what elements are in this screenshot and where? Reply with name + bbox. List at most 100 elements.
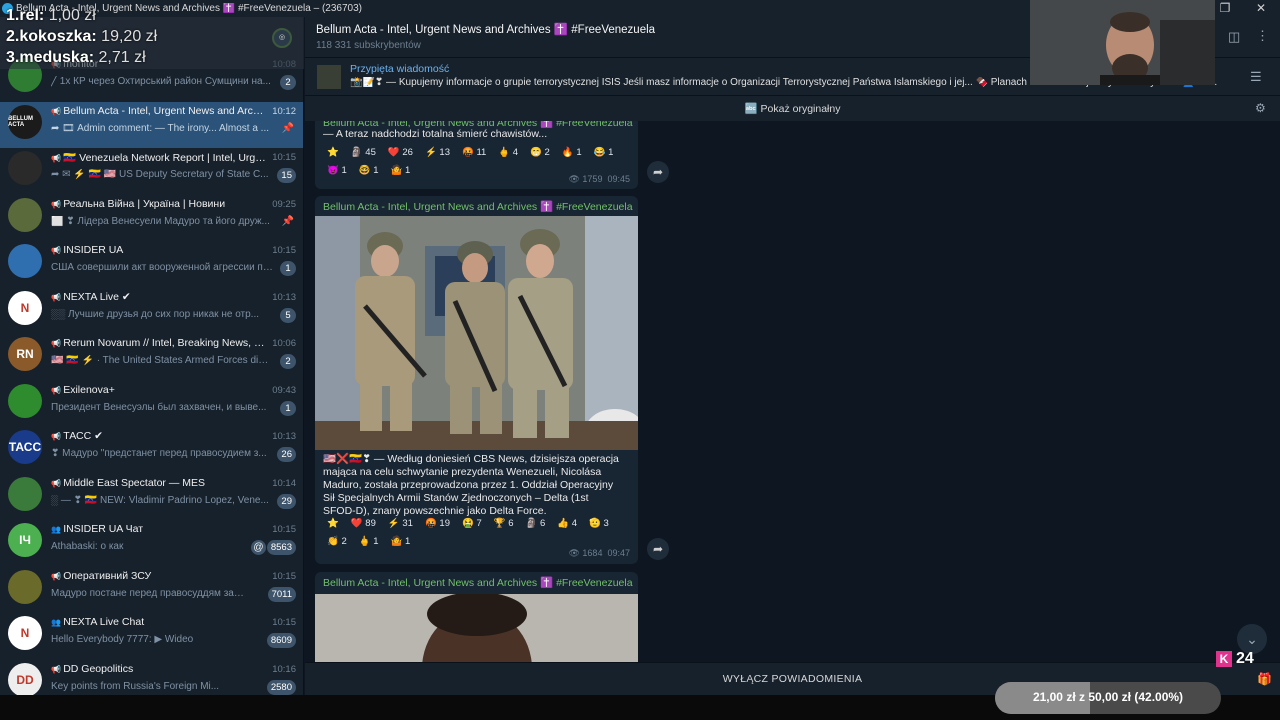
chat-avatar — [8, 151, 42, 185]
chat-item[interactable]: ІЧ 👥 INSIDER UA Чат 10:15 Athabaski: о как 8… — [0, 520, 303, 566]
reaction-chip[interactable]: ⚡ 31 — [384, 516, 417, 532]
rank-1-label: 1.rel: — [6, 7, 45, 24]
rank-2-value: 19,20 zł — [101, 28, 158, 45]
chat-name: 📢 🇻🇪 Venezuela Network Report | Intel, U… — [51, 151, 266, 164]
view-count: 👁 1684 — [568, 548, 603, 558]
chat-item[interactable]: RN 📢 Rerum Novarum // Intel, Breaking New… — [0, 334, 303, 380]
message-text: — A teraz nadchodzi totalna śmierć chawi… — [323, 128, 548, 140]
message-feed[interactable]: Bellum Acta - Intel, Urgent News and Arc… — [305, 121, 1280, 662]
chat-name: 📢 INSIDER UA — [51, 244, 266, 256]
reaction-chip[interactable]: ⚡ 13 — [421, 145, 454, 161]
rank-2: 2.kokoszka: 19,20 zł — [6, 28, 157, 46]
message-1[interactable]: Bellum Acta - Intel, Urgent News and Arc… — [315, 121, 638, 189]
chat-name-text: NEXTA Live Chat — [63, 616, 145, 628]
reaction-chip[interactable]: 😂 1 — [590, 145, 618, 161]
chat-item[interactable]: 📢 Реальна Війна | Україна | Новини 09:25 ⬜… — [0, 195, 303, 241]
channel-icon: 📢 — [51, 571, 64, 581]
share-button[interactable]: ➦ — [647, 538, 669, 560]
chat-name-text: Bellum Acta - Intel, Urgent News and Arc… — [63, 104, 266, 117]
chat-time: 10:15 — [272, 245, 296, 256]
chat-name-text: Rerum Novarum // Intel, Breaking News, a… — [63, 337, 266, 349]
channel-icon: 📢 — [51, 106, 64, 116]
reaction-chip[interactable]: 🗿 6 — [522, 516, 550, 532]
chat-preview: ➦ 🎞 Admin comment: — The irony... Almost… — [51, 122, 269, 134]
more-options-icon[interactable]: ⋮ — [1256, 28, 1269, 44]
chat-avatar: N — [8, 290, 42, 325]
message-photo[interactable] — [315, 594, 638, 662]
sidebar-account-icon[interactable]: ◎ — [272, 28, 292, 48]
chat-time: 10:15 — [272, 617, 296, 628]
chat-preview: 🇺🇸 🇻🇪 ⚡ · The United States Armed Forces… — [51, 355, 273, 366]
pin-icon: 📌 — [281, 215, 294, 227]
rank-2-label: 2.kokoszka: — [6, 28, 97, 45]
chat-item[interactable]: N 📢 NEXTA Live ✔ 10:13 ░░ Лучшие друзья до … — [0, 288, 303, 334]
channel-icon: 📢 — [51, 199, 64, 209]
chat-item[interactable]: 📢 INSIDER UA 10:15 США совершили акт воору… — [0, 241, 303, 287]
reaction-chip[interactable]: 🔥 1 — [558, 145, 586, 161]
show-original-label: Pokaż oryginałny — [760, 103, 841, 115]
sidebar-toggle-icon[interactable]: ◫ — [1228, 29, 1240, 45]
chat-name: 📢 Exilenova+ — [51, 384, 266, 396]
reaction-chip[interactable]: ⭐ — [323, 145, 343, 161]
reaction-chip[interactable]: 🗿 45 — [347, 145, 380, 161]
reaction-chip[interactable]: 😁 2 — [526, 145, 554, 161]
unread-badge: 2 — [280, 354, 296, 369]
reaction-chip[interactable]: ❤️ 89 — [347, 516, 380, 532]
channel-icon: 📢 — [51, 246, 64, 255]
show-original-button[interactable]: 🔤 Pokaż oryginałny — [305, 102, 1280, 115]
share-button[interactable]: ➦ — [647, 161, 669, 183]
reaction-chip[interactable]: 😈 1 — [323, 163, 351, 179]
chat-item[interactable]: 📢 Оперативний ЗСУ 10:15 Мадуро постане пер… — [0, 567, 303, 613]
chat-item[interactable]: N 👥 NEXTA Live Chat 10:15 Hello Everybody 7… — [0, 613, 303, 659]
chat-time: 10:15 — [272, 570, 296, 582]
reaction-chip[interactable]: 🖕 4 — [494, 145, 522, 161]
reaction-chip[interactable]: 🫡 3 — [585, 516, 613, 532]
reaction-chip[interactable]: 🤮 7 — [458, 516, 486, 532]
reaction-chip[interactable]: 🤬 11 — [458, 145, 490, 161]
reaction-chip[interactable]: 🤓 1 — [355, 163, 383, 179]
chat-name: 📢 Bellum Acta - Intel, Urgent News and A… — [51, 105, 266, 117]
chat-avatar — [8, 569, 42, 604]
reaction-chip[interactable]: 🤷 1 — [387, 534, 415, 550]
translate-settings-icon[interactable]: ⚙ — [1255, 101, 1266, 115]
channel-title: Bellum Acta - Intel, Urgent News and Arc… — [316, 24, 656, 36]
reaction-chip[interactable]: 🤷 1 — [387, 163, 415, 179]
pinned-list-icon[interactable]: ☰ — [1250, 69, 1262, 85]
message-time: 09:45 — [607, 174, 630, 184]
subscriber-count: 118 331 subskrybentów — [316, 40, 421, 51]
chat-name-text: 🇻🇪 Venezuela Network Report | Intel, Urg… — [63, 152, 266, 164]
message-sender: Bellum Acta - Intel, Urgent News and Arc… — [323, 577, 633, 589]
reaction-chip[interactable]: 🖕 1 — [355, 534, 383, 550]
message-3[interactable]: Bellum Acta - Intel, Urgent News and Arc… — [315, 572, 638, 662]
chat-item[interactable]: 📢 🇻🇪 Venezuela Network Report | Intel, U… — [0, 148, 303, 194]
pinned-thumbnail — [317, 65, 341, 89]
reaction-chip[interactable]: 🤬 19 — [421, 516, 454, 532]
reaction-chip[interactable]: 👍 4 — [553, 516, 581, 532]
chat-item[interactable]: BELLUM ACTA 📢 Bellum Acta - Intel, Urgent… — [0, 101, 303, 148]
reaction-chip[interactable]: 🏆 6 — [490, 516, 518, 532]
chat-item[interactable]: 📢 Exilenova+ 09:43 Президент Венесуэлы был… — [0, 381, 303, 427]
message-sender: Bellum Acta - Intel, Urgent News and Arc… — [323, 201, 633, 213]
close-window-button[interactable]: ✕ — [1246, 0, 1276, 17]
chat-avatar: BELLUM ACTA — [8, 104, 42, 139]
chat-item[interactable]: 📢 Middle East Spectator — MES 10:14 ░ — ❣ … — [0, 474, 303, 520]
chat-preview: США совершили акт вооруженной агрессии п… — [51, 262, 273, 273]
chat-preview: ❣ Мадуро "предстанет перед правосудием з… — [51, 448, 267, 459]
reaction-chip[interactable]: ⭐ — [323, 516, 343, 532]
message-photo[interactable] — [315, 216, 638, 450]
chat-name-text: INSIDER UA Чат — [63, 523, 144, 535]
donation-ranking-overlay: 1.rel: 1,00 zł 2.kokoszka: 19,20 zł 3.me… — [0, 7, 304, 69]
gift-icon[interactable]: 🎁 — [1257, 672, 1272, 686]
reaction-chip[interactable]: 👏 2 — [323, 534, 351, 550]
unread-badge: 15 — [277, 168, 296, 183]
channel-icon: 📢 — [51, 432, 64, 441]
chat-time: 10:13 — [272, 431, 296, 442]
group-icon: 👥 — [51, 618, 64, 627]
reaction-chip[interactable]: ❤️ 26 — [384, 145, 417, 161]
unread-badge: 1 — [280, 400, 296, 416]
chat-item[interactable]: ТАСС 📢 ТАСС ✔ 10:13 ❣ Мадуро "предстанет пе… — [0, 427, 303, 473]
mention-icon: @ — [251, 540, 266, 555]
chat-name: 📢 NEXTA Live ✔ — [51, 291, 266, 303]
unread-badge: 7011 — [267, 586, 296, 602]
message-2[interactable]: Bellum Acta - Intel, Urgent News and Arc… — [315, 196, 638, 564]
